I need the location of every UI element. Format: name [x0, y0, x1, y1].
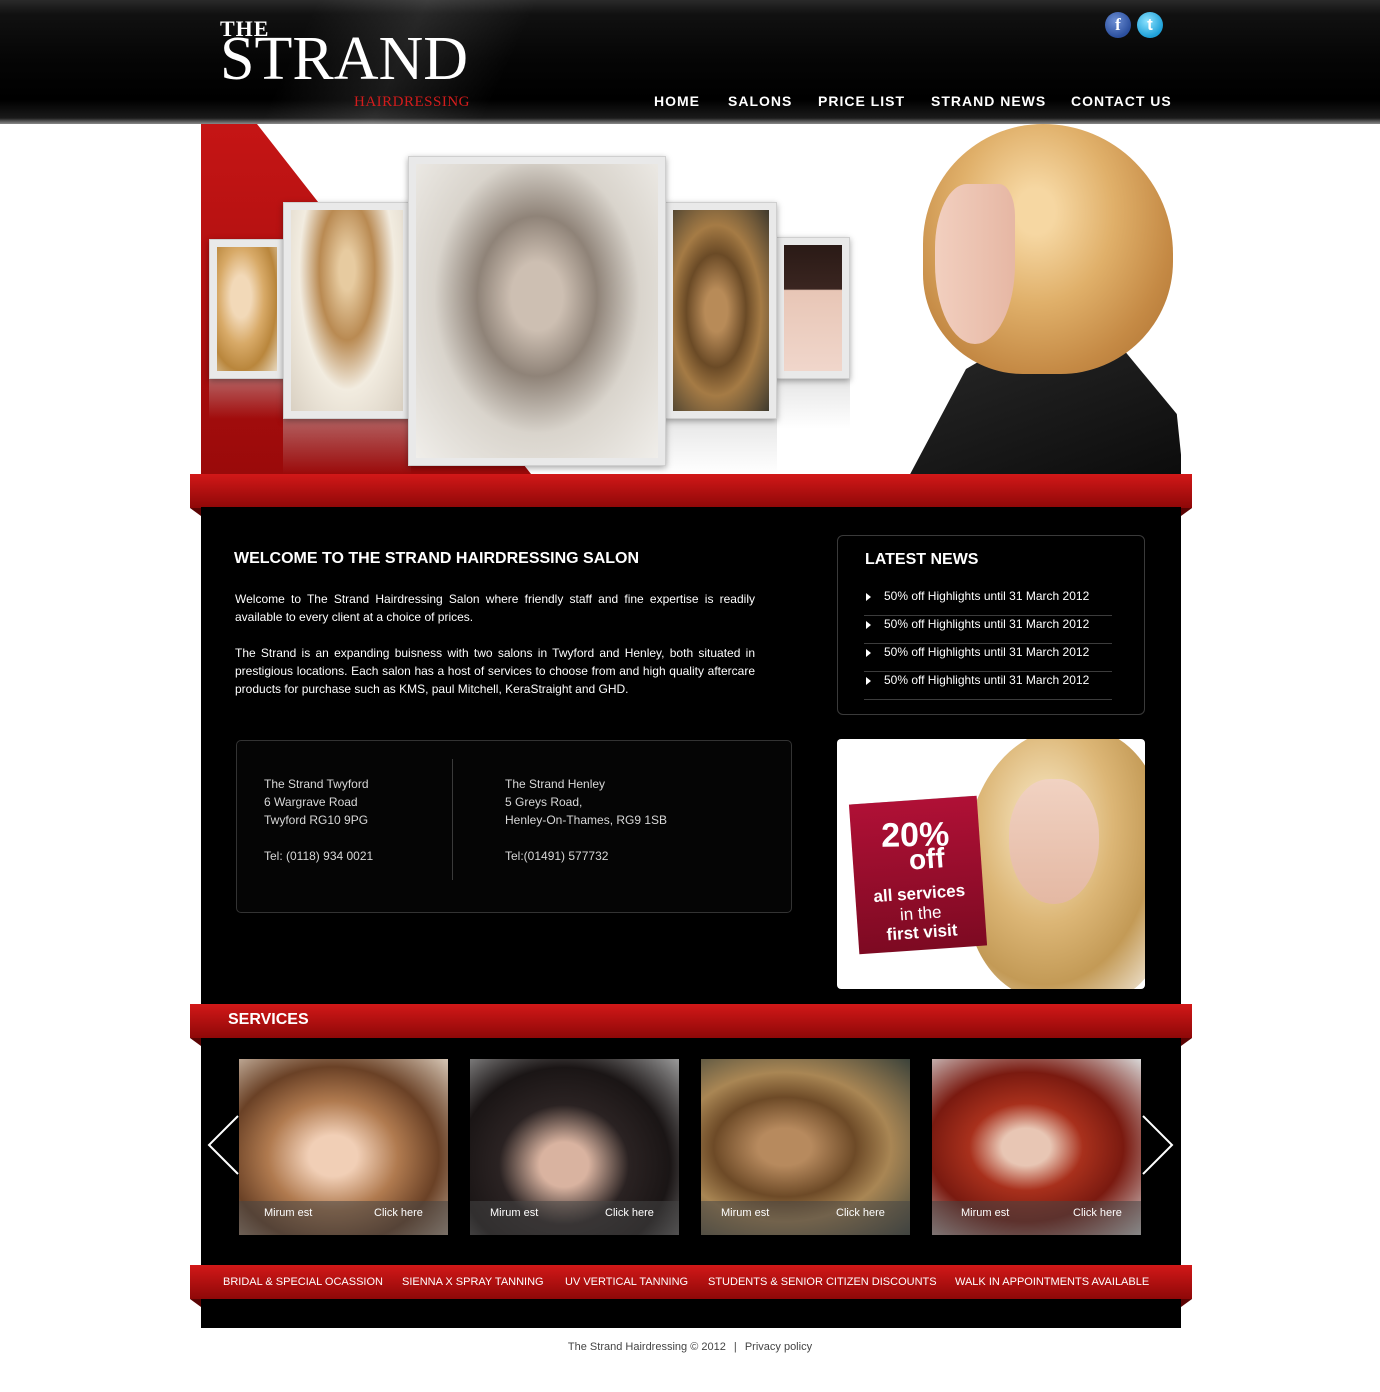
site-header: THE STRAND HAIRDRESSING f t HOME SALONS …	[0, 0, 1380, 124]
photo-image	[784, 245, 842, 371]
nav-salons[interactable]: SALONS	[728, 93, 792, 109]
welcome-paragraph-2: The Strand is an expanding buisness with…	[235, 646, 755, 696]
carousel-next-icon[interactable]	[1141, 1114, 1175, 1176]
twyford-postcode: Twyford RG10 9PG	[264, 813, 369, 827]
link-uv-tanning[interactable]: UV VERTICAL TANNING	[565, 1276, 688, 1288]
twyford-name: The Strand Twyford	[264, 777, 369, 791]
henley-postcode: Henley-On-Thames, RG9 1SB	[505, 813, 668, 827]
nav-strand-news[interactable]: STRAND NEWS	[931, 93, 1046, 109]
thumb-caption: Mirum est	[961, 1207, 1010, 1219]
photo-reflection	[283, 419, 411, 474]
footer-copyright: The Strand Hairdressing © 2012	[567, 1341, 726, 1353]
news-item[interactable]: 50% off Highlights until 31 March 2012	[864, 616, 1112, 644]
promo-model-face	[1009, 779, 1099, 904]
news-item-text: 50% off Highlights until 31 March 2012	[884, 589, 1090, 603]
nav-contact-us[interactable]: CONTACT US	[1071, 93, 1172, 109]
facebook-icon[interactable]: f	[1105, 12, 1131, 38]
photo-image	[416, 164, 658, 458]
photo-image	[217, 247, 277, 371]
address-divider	[452, 759, 453, 880]
news-item[interactable]: 50% off Highlights until 31 March 2012	[864, 644, 1112, 672]
news-item[interactable]: 50% off Highlights until 31 March 2012	[864, 588, 1112, 616]
photo-reflection	[776, 379, 850, 429]
news-item[interactable]: 50% off Highlights until 31 March 2012	[864, 672, 1112, 700]
promo-off: off	[907, 842, 946, 876]
hero-ribbon	[190, 474, 1192, 516]
arrow-right-icon	[866, 649, 871, 657]
news-item-text: 50% off Highlights until 31 March 2012	[884, 617, 1090, 631]
gallery-photo-2[interactable]	[283, 202, 411, 419]
logo-strand: STRAND	[220, 25, 469, 93]
henley-phone: Tel:(01491) 577732	[505, 849, 609, 863]
news-item-text: 50% off Highlights until 31 March 2012	[884, 645, 1090, 659]
link-discounts[interactable]: STUDENTS & SENIOR CITIZEN DISCOUNTS	[708, 1276, 937, 1288]
twitter-icon[interactable]: t	[1137, 12, 1163, 38]
photo-reflection	[209, 379, 285, 419]
welcome-paragraph-1: Welcome to The Strand Hairdressing Salon…	[235, 592, 755, 624]
thumb-click-here-link[interactable]: Click here	[1073, 1207, 1122, 1219]
thumb-click-here-link[interactable]: Click here	[605, 1207, 654, 1219]
thumb-caption: Mirum est	[721, 1207, 770, 1219]
site-footer: The Strand Hairdressing © 2012 | Privacy…	[0, 1341, 1380, 1353]
gallery-photo-1[interactable]	[209, 239, 285, 379]
footer-separator: |	[733, 1341, 737, 1353]
arrow-right-icon	[866, 621, 871, 629]
henley-street: 5 Greys Road,	[505, 795, 583, 809]
hero-banner	[201, 124, 1181, 474]
henley-name: The Strand Henley	[505, 777, 606, 791]
twyford-phone: Tel: (0118) 934 0021	[264, 849, 374, 863]
logo-subtitle: HAIRDRESSING	[354, 94, 471, 110]
carousel-prev-icon[interactable]	[206, 1114, 240, 1176]
nav-home[interactable]: HOME	[654, 93, 700, 109]
welcome-title: WELCOME TO THE STRAND HAIRDRESSING SALON	[234, 550, 640, 567]
model-face	[935, 184, 1015, 344]
arrow-right-icon	[866, 677, 871, 685]
link-bridal[interactable]: BRIDAL & SPECIAL OCASSION	[223, 1276, 383, 1288]
hero-model-image	[873, 124, 1181, 474]
gallery-photo-5[interactable]	[776, 237, 850, 379]
twyford-street: 6 Wargrave Road	[264, 795, 358, 809]
thumb-caption: Mirum est	[264, 1207, 313, 1219]
thumb-caption: Mirum est	[490, 1207, 539, 1219]
privacy-policy-link[interactable]: Privacy policy	[745, 1341, 812, 1353]
thumb-click-here-link[interactable]: Click here	[836, 1207, 885, 1219]
photo-image	[673, 210, 769, 411]
promo-tag: 20% off all services in the first visit	[848, 795, 988, 955]
services-ribbon	[190, 1004, 1192, 1046]
latest-news-title: LATEST NEWS	[865, 551, 979, 568]
nav-price-list[interactable]: PRICE LIST	[818, 93, 905, 109]
link-walk-in[interactable]: WALK IN APPOINTMENTS AVAILABLE	[955, 1276, 1149, 1288]
gallery-photo-main[interactable]	[408, 156, 666, 466]
services-title: SERVICES	[228, 1011, 309, 1028]
photo-image	[291, 210, 403, 411]
link-spray-tanning[interactable]: SIENNA X SPRAY TANNING	[402, 1276, 544, 1288]
arrow-right-icon	[866, 593, 871, 601]
thumb-click-here-link[interactable]: Click here	[374, 1207, 423, 1219]
news-item-text: 50% off Highlights until 31 March 2012	[884, 673, 1090, 687]
gallery-photo-4[interactable]	[665, 202, 777, 419]
photo-reflection	[665, 419, 777, 474]
